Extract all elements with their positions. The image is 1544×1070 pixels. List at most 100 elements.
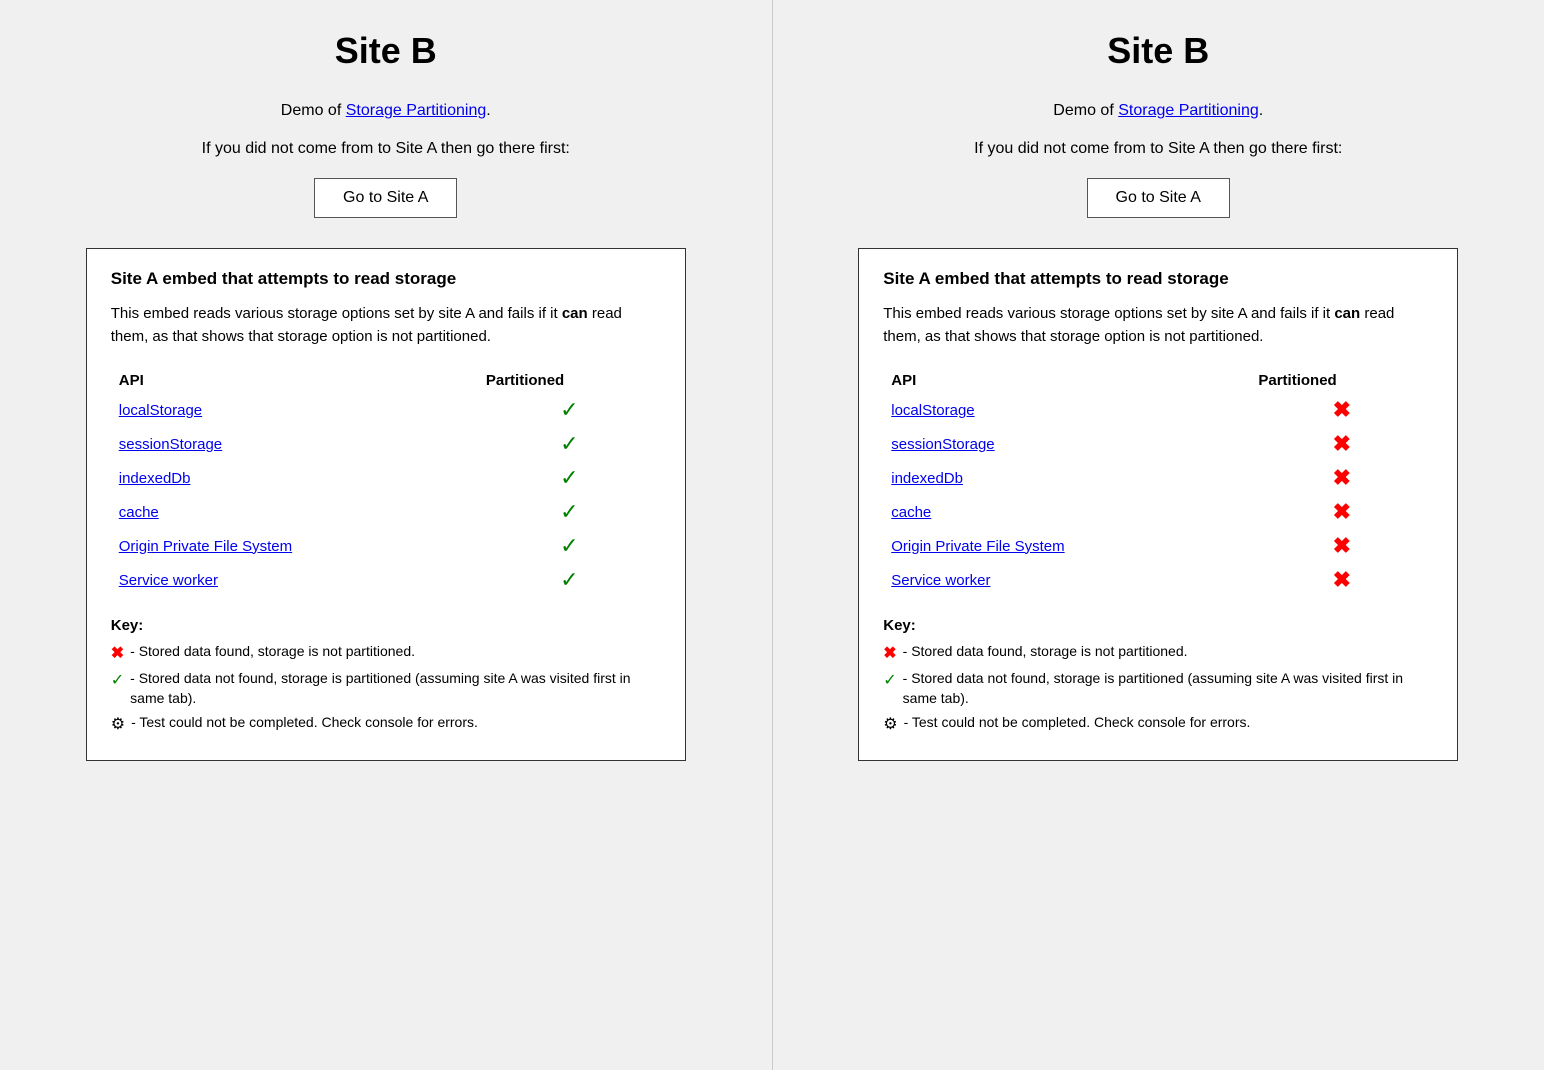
api-cell: sessionStorage (111, 427, 478, 461)
left-embed-desc: This embed reads various storage options… (111, 303, 661, 348)
cross-icon: ✖ (1333, 431, 1351, 456)
table-row: Origin Private File System ✓ (111, 529, 661, 563)
api-cell: cache (111, 495, 478, 529)
right-key-check-text: - Stored data not found, storage is part… (903, 669, 1434, 708)
left-key-cross-text: - Stored data found, storage is not part… (130, 642, 661, 662)
cross-icon: ✖ (1333, 533, 1351, 558)
table-row: sessionStorage ✓ (111, 427, 661, 461)
left-embed-box: Site A embed that attempts to read stora… (86, 248, 686, 761)
right-panel-title: Site B (1107, 30, 1209, 72)
right-key-section: Key: ✖ - Stored data found, storage is n… (883, 617, 1433, 736)
left-partitioned-header: Partitioned (478, 368, 661, 393)
right-embed-desc: This embed reads various storage options… (883, 303, 1433, 348)
table-row: Service worker ✓ (111, 563, 661, 597)
api-link[interactable]: cache (891, 504, 931, 521)
right-go-to-site-a-button[interactable]: Go to Site A (1087, 178, 1230, 218)
right-site-a-instruction: If you did not come from to Site A then … (974, 140, 1342, 158)
check-icon: ✓ (560, 397, 578, 422)
left-demo-text: Demo of Storage Partitioning. (281, 102, 491, 120)
status-cell: ✖ (1250, 529, 1433, 563)
right-key-check-icon: ✓ (883, 670, 896, 692)
table-row: indexedDb ✖ (883, 461, 1433, 495)
check-icon: ✓ (560, 499, 578, 524)
api-cell: indexedDb (111, 461, 478, 495)
cross-icon: ✖ (1333, 397, 1351, 422)
right-key-item-gear: ⚙ - Test could not be completed. Check c… (883, 713, 1433, 736)
api-link[interactable]: localStorage (119, 402, 202, 419)
api-cell: localStorage (111, 393, 478, 427)
left-key-gear-text: - Test could not be completed. Check con… (131, 713, 661, 733)
left-key-gear-icon: ⚙ (111, 714, 125, 736)
api-link[interactable]: cache (119, 504, 159, 521)
status-cell: ✓ (478, 427, 661, 461)
status-cell: ✓ (478, 529, 661, 563)
right-api-header: API (883, 368, 1250, 393)
status-cell: ✖ (1250, 495, 1433, 529)
table-row: Service worker ✖ (883, 563, 1433, 597)
api-link[interactable]: Service worker (119, 572, 218, 589)
table-row: localStorage ✓ (111, 393, 661, 427)
api-cell: Origin Private File System (883, 529, 1250, 563)
right-partitioned-header: Partitioned (1250, 368, 1433, 393)
table-row: Origin Private File System ✖ (883, 529, 1433, 563)
right-storage-partitioning-link[interactable]: Storage Partitioning (1118, 102, 1259, 119)
left-key-item-check: ✓ - Stored data not found, storage is pa… (111, 669, 661, 708)
left-key-section: Key: ✖ - Stored data found, storage is n… (111, 617, 661, 736)
left-key-check-icon: ✓ (111, 670, 124, 692)
api-cell: Service worker (883, 563, 1250, 597)
api-cell: cache (883, 495, 1250, 529)
left-api-header: API (111, 368, 478, 393)
api-cell: localStorage (883, 393, 1250, 427)
status-cell: ✓ (478, 461, 661, 495)
check-icon: ✓ (560, 533, 578, 558)
check-icon: ✓ (560, 567, 578, 592)
api-link[interactable]: indexedDb (891, 470, 963, 487)
right-embed-box: Site A embed that attempts to read stora… (858, 248, 1458, 761)
right-key-cross-icon: ✖ (883, 643, 896, 665)
status-cell: ✓ (478, 563, 661, 597)
api-link[interactable]: Service worker (891, 572, 990, 589)
right-key-title: Key: (883, 617, 1433, 634)
cross-icon: ✖ (1333, 499, 1351, 524)
api-cell: sessionStorage (883, 427, 1250, 461)
left-storage-table: API Partitioned localStorage✓sessionStor… (111, 368, 661, 597)
table-row: sessionStorage ✖ (883, 427, 1433, 461)
api-link[interactable]: sessionStorage (891, 436, 994, 453)
cross-icon: ✖ (1333, 465, 1351, 490)
api-link[interactable]: sessionStorage (119, 436, 222, 453)
cross-icon: ✖ (1333, 567, 1351, 592)
right-key-item-check: ✓ - Stored data not found, storage is pa… (883, 669, 1433, 708)
api-cell: Service worker (111, 563, 478, 597)
left-key-check-text: - Stored data not found, storage is part… (130, 669, 661, 708)
api-link[interactable]: localStorage (891, 402, 974, 419)
status-cell: ✖ (1250, 461, 1433, 495)
check-icon: ✓ (560, 431, 578, 456)
api-link[interactable]: Origin Private File System (119, 538, 292, 555)
check-icon: ✓ (560, 465, 578, 490)
api-link[interactable]: indexedDb (119, 470, 191, 487)
right-key-cross-text: - Stored data found, storage is not part… (903, 642, 1434, 662)
right-panel: Site B Demo of Storage Partitioning. If … (772, 0, 1544, 1070)
left-go-to-site-a-button[interactable]: Go to Site A (314, 178, 457, 218)
right-demo-text: Demo of Storage Partitioning. (1053, 102, 1263, 120)
left-key-title: Key: (111, 617, 661, 634)
left-storage-partitioning-link[interactable]: Storage Partitioning (346, 102, 487, 119)
left-panel: Site B Demo of Storage Partitioning. If … (0, 0, 772, 1070)
left-site-a-instruction: If you did not come from to Site A then … (202, 140, 570, 158)
left-key-cross-icon: ✖ (111, 643, 124, 665)
api-cell: Origin Private File System (111, 529, 478, 563)
table-row: cache ✓ (111, 495, 661, 529)
status-cell: ✓ (478, 393, 661, 427)
left-panel-title: Site B (335, 30, 437, 72)
right-storage-table: API Partitioned localStorage✖sessionStor… (883, 368, 1433, 597)
status-cell: ✖ (1250, 393, 1433, 427)
left-key-item-gear: ⚙ - Test could not be completed. Check c… (111, 713, 661, 736)
api-cell: indexedDb (883, 461, 1250, 495)
api-link[interactable]: Origin Private File System (891, 538, 1064, 555)
table-row: cache ✖ (883, 495, 1433, 529)
left-embed-title: Site A embed that attempts to read stora… (111, 269, 661, 289)
right-key-gear-icon: ⚙ (883, 714, 897, 736)
right-key-gear-text: - Test could not be completed. Check con… (904, 713, 1434, 733)
status-cell: ✓ (478, 495, 661, 529)
right-key-item-cross: ✖ - Stored data found, storage is not pa… (883, 642, 1433, 665)
